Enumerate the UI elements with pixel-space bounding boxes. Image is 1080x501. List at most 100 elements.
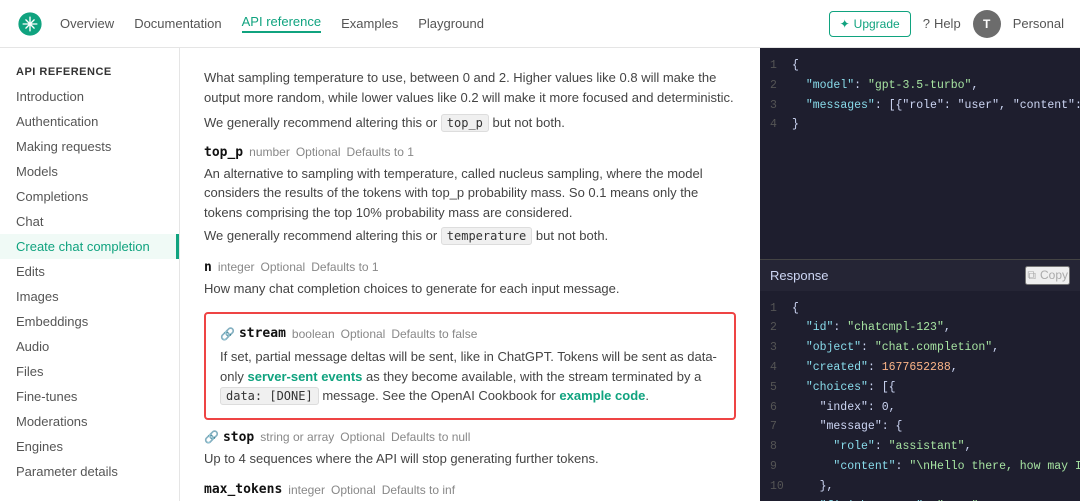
param-top-p-optional: Optional xyxy=(296,145,341,159)
resp-line-8: 8 "role": "assistant", xyxy=(760,437,1080,457)
sidebar-item-edits[interactable]: Edits xyxy=(0,259,179,284)
code-line-2: 2 "model": "gpt-3.5-turbo", xyxy=(760,76,1080,96)
param-stop-desc: Up to 4 sequences where the API will sto… xyxy=(204,449,736,469)
logo-icon[interactable] xyxy=(16,10,44,38)
code-line-1: 1 { xyxy=(760,56,1080,76)
code-text-1: { xyxy=(792,57,799,75)
param-stop-name: stop xyxy=(223,430,254,445)
resp-line-7: 7 "message": { xyxy=(760,417,1080,437)
param-max-tokens-type: integer xyxy=(288,483,325,497)
sidebar-item-completions[interactable]: Completions xyxy=(0,184,179,209)
resp-line-1: 1{ xyxy=(760,299,1080,319)
line-num-2: 2 xyxy=(770,77,792,95)
param-max-tokens: max_tokens integer Optional Defaults to … xyxy=(204,482,736,501)
param-top-p-default: Defaults to 1 xyxy=(347,145,414,159)
intro-text: What sampling temperature to use, betwee… xyxy=(204,68,736,107)
param-stop: 🔗 stop string or array Optional Defaults… xyxy=(204,430,736,469)
param-n-type: integer xyxy=(218,260,255,274)
sidebar-item-chat[interactable]: Chat xyxy=(0,209,179,234)
line-num-4: 4 xyxy=(770,116,792,134)
sidebar-item-create-chat-completion[interactable]: Create chat completion xyxy=(0,234,179,259)
param-top-p-code-temperature: temperature xyxy=(441,227,532,245)
chain-icon: 🔗 xyxy=(220,327,235,341)
param-top-p-name: top_p xyxy=(204,145,243,160)
param-top-p-rec2-text: but not both. xyxy=(536,228,608,243)
response-label: Response xyxy=(770,268,829,283)
param-stop-default: Defaults to null xyxy=(391,430,470,444)
code-text-4: } xyxy=(792,116,799,134)
line-num-1: 1 xyxy=(770,57,792,75)
sidebar-item-parameter-details[interactable]: Parameter details xyxy=(0,459,179,484)
param-top-p-desc: An alternative to sampling with temperat… xyxy=(204,164,736,223)
sidebar-item-audio[interactable]: Audio xyxy=(0,334,179,359)
sidebar-item-authentication[interactable]: Authentication xyxy=(0,109,179,134)
nav-playground[interactable]: Playground xyxy=(418,16,484,31)
top-nav: Overview Documentation API reference Exa… xyxy=(0,0,1080,48)
param-stop-optional: Optional xyxy=(340,430,385,444)
param-stream-name: stream xyxy=(239,326,286,341)
sidebar-item-images[interactable]: Images xyxy=(0,284,179,309)
sidebar-item-moderations[interactable]: Moderations xyxy=(0,409,179,434)
param-n: n integer Optional Defaults to 1 How man… xyxy=(204,260,736,299)
code-line-3: 3 "messages": [{"role": "user", "content… xyxy=(760,96,1080,116)
stream-desc2: as they become available, with the strea… xyxy=(366,369,701,384)
stop-chain-icon: 🔗 xyxy=(204,430,219,444)
resp-line-10: 10 }, xyxy=(760,477,1080,497)
code-editor: 1 { 2 "model": "gpt-3.5-turbo", 3 "messa… xyxy=(760,48,1080,259)
param-n-header: n integer Optional Defaults to 1 xyxy=(204,260,736,275)
param-max-tokens-default: Defaults to inf xyxy=(382,483,455,497)
resp-line-5: 5 "choices": [{ xyxy=(760,378,1080,398)
param-stream-desc: If set, partial message deltas will be s… xyxy=(220,347,720,406)
nav-documentation[interactable]: Documentation xyxy=(134,16,221,31)
upgrade-star-icon: ✦ xyxy=(840,17,850,31)
stream-server-sent-events-link[interactable]: server-sent events xyxy=(247,369,362,384)
resp-line-3: 3 "object": "chat.completion", xyxy=(760,338,1080,358)
copy-button[interactable]: ⧉ Copy xyxy=(1025,266,1070,285)
param-stream-optional: Optional xyxy=(341,327,386,341)
stream-code-done: data: [DONE] xyxy=(220,387,319,405)
param-top-p-recommend: We generally recommend altering this or … xyxy=(204,226,736,246)
nav-api-reference[interactable]: API reference xyxy=(242,14,322,33)
param-top-p-type: number xyxy=(249,145,290,159)
sidebar-item-introduction[interactable]: Introduction xyxy=(0,84,179,109)
sidebar-item-models[interactable]: Models xyxy=(0,159,179,184)
sidebar-item-engines[interactable]: Engines xyxy=(0,434,179,459)
help-label: Help xyxy=(934,16,961,31)
help-circle-icon: ? xyxy=(923,16,930,31)
param-n-default: Defaults to 1 xyxy=(311,260,378,274)
main-content: What sampling temperature to use, betwee… xyxy=(180,48,760,501)
nav-overview[interactable]: Overview xyxy=(60,16,114,31)
param-max-tokens-optional: Optional xyxy=(331,483,376,497)
sidebar-item-files[interactable]: Files xyxy=(0,359,179,384)
upgrade-button[interactable]: ✦ Upgrade xyxy=(829,11,911,37)
intro-recommend-text: We generally recommend altering this or xyxy=(204,115,437,130)
stream-desc3: message. See the OpenAI Cookbook for xyxy=(322,388,555,403)
sidebar-item-making-requests[interactable]: Making requests xyxy=(0,134,179,159)
nav-examples[interactable]: Examples xyxy=(341,16,398,31)
personal-label[interactable]: Personal xyxy=(1013,16,1064,31)
code-text-3: "messages": [{"role": "user", "content":… xyxy=(792,97,1080,115)
param-max-tokens-name: max_tokens xyxy=(204,482,282,497)
param-top-p: top_p number Optional Defaults to 1 An a… xyxy=(204,145,736,246)
main-area: API REFERENCE Introduction Authenticatio… xyxy=(0,48,1080,501)
stream-example-code-link[interactable]: example code xyxy=(559,388,645,403)
sidebar-item-fine-tunes[interactable]: Fine-tunes xyxy=(0,384,179,409)
upgrade-label: Upgrade xyxy=(854,17,900,31)
avatar[interactable]: T xyxy=(973,10,1001,38)
response-code: 1{ 2 "id": "chatcmpl-123", 3 "object": "… xyxy=(760,291,1080,501)
param-stream-type: boolean xyxy=(292,327,335,341)
sidebar-section-title: API REFERENCE xyxy=(0,60,179,84)
param-stream-section: 🔗 stream boolean Optional Defaults to fa… xyxy=(204,312,736,420)
sidebar-item-embeddings[interactable]: Embeddings xyxy=(0,309,179,334)
resp-line-4: 4 "created": 1677652288, xyxy=(760,358,1080,378)
code-panel: 1 { 2 "model": "gpt-3.5-turbo", 3 "messa… xyxy=(760,48,1080,501)
help-button[interactable]: ? Help xyxy=(923,16,961,31)
nav-right: ✦ Upgrade ? Help T Personal xyxy=(829,10,1064,38)
resp-line-6: 6 "index": 0, xyxy=(760,398,1080,418)
param-top-p-rec-text: We generally recommend altering this or xyxy=(204,228,437,243)
param-stop-header: 🔗 stop string or array Optional Defaults… xyxy=(204,430,736,445)
param-stop-type: string or array xyxy=(260,430,334,444)
param-n-optional: Optional xyxy=(261,260,306,274)
param-n-name: n xyxy=(204,260,212,275)
copy-icon: ⧉ xyxy=(1027,268,1036,283)
